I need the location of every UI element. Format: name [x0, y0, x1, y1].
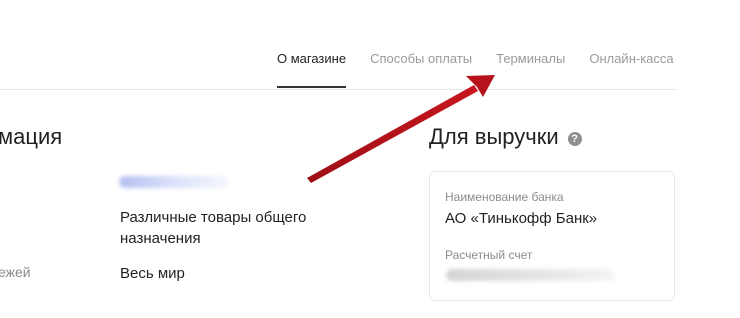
region-value: Весь мир — [120, 265, 185, 282]
revenue-title-text: Для выручки — [429, 124, 559, 149]
blurred-site-link[interactable] — [119, 176, 229, 188]
shop-settings-page: О магазине Способы оплаты Терминалы Онла… — [0, 0, 740, 318]
goods-type-value: Различные товары общего назначения — [120, 209, 307, 247]
info-section-title: мация — [0, 124, 63, 149]
tab-online-cashbox[interactable]: Онлайн-касса — [589, 51, 673, 88]
field-label-partial: ежей — [0, 264, 31, 280]
tab-about-shop[interactable]: О магазине — [277, 51, 347, 88]
account-number-label: Расчетный счет — [445, 248, 533, 262]
tabs-divider — [0, 89, 677, 90]
tab-payment-methods[interactable]: Способы оплаты — [370, 51, 472, 88]
tabs-bar: О магазине Способы оплаты Терминалы Онла… — [277, 51, 698, 88]
bank-details-card: Наименование банка АО «Тинькофф Банк» Ра… — [429, 171, 675, 301]
revenue-section-title: Для выручки ? — [429, 124, 582, 150]
blurred-account-number — [446, 269, 614, 281]
question-circle-icon[interactable]: ? — [567, 131, 582, 146]
bank-name-value: АО «Тинькофф Банк» — [445, 210, 598, 227]
tab-terminals[interactable]: Терминалы — [496, 51, 565, 88]
bank-name-label: Наименование банка — [445, 190, 564, 204]
